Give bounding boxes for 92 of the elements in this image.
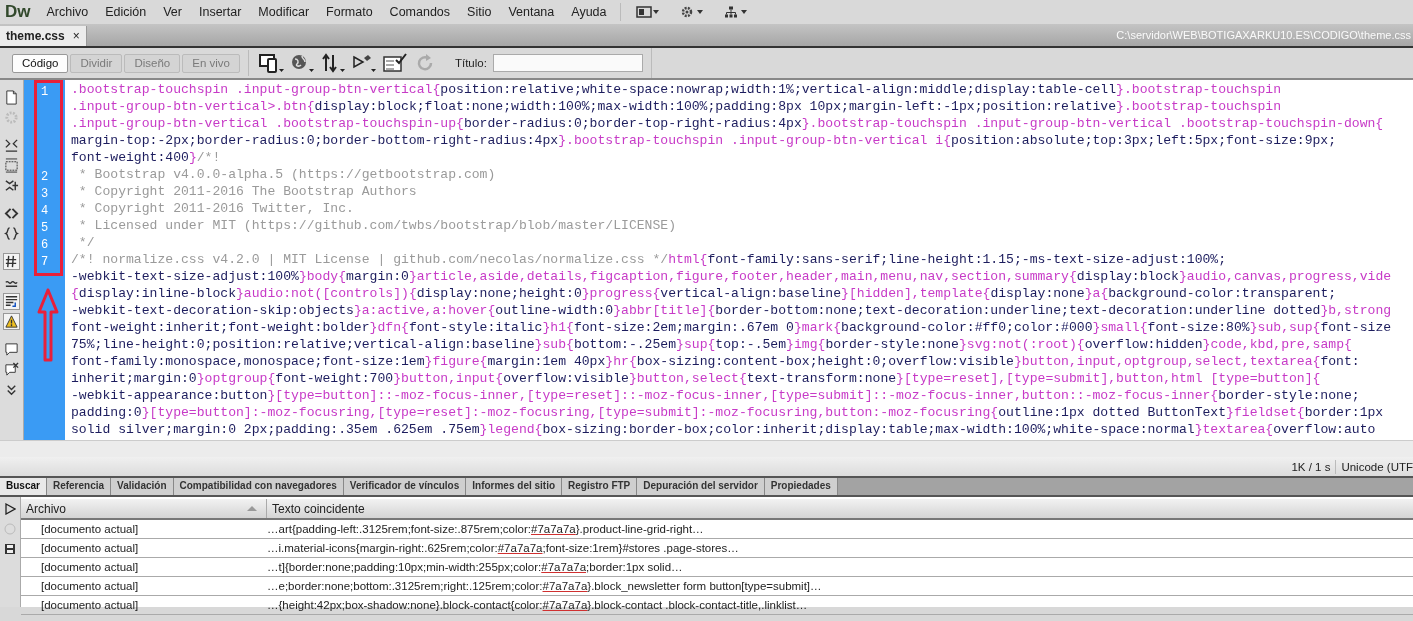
file-size: 1K / 1 s [1291,460,1331,473]
menu-item[interactable]: Sitio [459,5,501,19]
code-line: margin-top:-2px;border-radius:0;border-bottom-right-radius:4px}.bootstrap-touchspin .input-group-btn-vertical i{position:absolute;top:3px;left:5px;font-size:9px; [70,133,1337,148]
document-icon[interactable] [4,90,19,105]
devices-icon[interactable] [258,52,285,74]
layout-icon[interactable] [635,6,660,18]
line-number: 2 [40,169,49,184]
globe-icon[interactable] [289,52,316,74]
hierarchy-icon[interactable] [723,6,748,18]
code-line: -webkit-text-size-adjust:100%}body{margin:0}article,aside,details,figcaption,figure,footer,header,main,menu,nav,section,summary{display:block}audio,canvas,progress,vide [70,269,1392,284]
collapse-icon[interactable] [4,138,19,153]
panel-tab[interactable]: Registro FTP [562,478,638,495]
menu-item[interactable]: Insertar [190,5,251,19]
line-number: 7 [40,254,49,269]
code-line: * Copyright 2011-2016 Twitter, Inc. [77,201,354,216]
panel-tab[interactable]: Buscar [0,478,47,495]
up-down-arrows-icon[interactable] [320,52,347,74]
panel-tab[interactable]: Validación [111,478,174,495]
code-line: solid silver;margin:0 2px;padding:.35em .625em .75em}legend{box-sizing:border-box;color:inherit;display:table;max-width:100%;white-space:normal}textarea{overflow:auto [70,422,1376,437]
sort-icon [246,505,258,512]
code-line: font-family:monospace,monospace;font-size:1em}figure{margin:1em 40px}hr{box-sizing:content-box;height:0;overflow:visible}button,input,optgroup,select,textarea{font: [70,354,1360,369]
code-line: padding:0}[type=button]:-moz-focusring,[type=reset]:-moz-focusring,[type=submit]:-moz-focusring,button:-moz-focusring{outline:1px dotted ButtonText}fieldset{border:1px [70,405,1384,420]
column-header[interactable]: Archivo [21,499,267,518]
encoding: Unicode (UTF [1341,460,1413,473]
play-icon[interactable] [4,503,16,515]
title-field[interactable] [492,54,643,72]
arrows-icon[interactable] [4,206,19,221]
panel-tab[interactable]: Propiedades [764,478,838,495]
app-logo: Dw [5,2,31,22]
panel-tab[interactable]: Compatibilidad con navegadores [173,478,344,495]
wrap-icon[interactable] [4,294,19,309]
hash-icon[interactable] [4,254,19,269]
close-icon[interactable]: × [72,29,80,43]
title-label: Título: [454,57,487,69]
code-line: {display:inline-block}audio:not([controls]){display:none;height:0}progress{vertical-align:baseline}[hidden],template{display:none}a{background-color:transparent; [70,286,1337,301]
menu-item[interactable]: Comandos [381,5,460,19]
code-line: .bootstrap-touchspin .input-group-btn-vertical{position:relative;white-space:nowrap;width:1%;vertical-align:middle;display:table-cell}.bootstrap-touchspin [70,82,1282,97]
gear-icon[interactable] [679,6,704,18]
table-cell: …{height:42px;box-shadow:none}.block-contact{color:#7a7a7a}.block-contact .block-contact-title,.linklist… [267,599,808,611]
menu-item[interactable]: Archivo [38,5,98,19]
table-cell: …art{padding-left:.3125rem;font-size:.875rem;color:#7a7a7a}.product-line-grid-right… [267,523,704,535]
comment-icon[interactable] [4,342,19,357]
horizontal-scrollbar[interactable] [0,440,1413,457]
file-path: C:\servidor\WEB\BOTIGAXARKU10.ES\CODIGO\theme.css [1116,29,1412,41]
line-number: 4 [40,203,49,218]
code-line: font-weight:400}/*! [70,150,221,165]
menu-item[interactable]: Edición [97,5,156,19]
menu-item[interactable]: Formato [318,5,382,19]
view-button[interactable]: Código [12,53,69,73]
checklist-icon[interactable] [382,52,409,74]
warning-icon[interactable] [4,314,19,329]
flag-arrow-icon[interactable] [351,52,378,74]
code-line: 75%;line-height:0;position:relative;vertical-align:baseline}sub{bottom:-.25em}sup{top:-.5em}img{border-style:none}svg:not(:root){overflow:hidden}code,kbd,pre,samp{ [70,337,1352,352]
code-line: -webkit-text-decoration-skip:objects}a:active,a:hover{outline-width:0}abbr[title]{border-bottom:none;text-decoration:underline;text-decoration:underline dotted}b,strong [70,303,1392,318]
tab-label: theme.css [6,29,65,43]
table-cell-text: [documento actual] [40,542,140,554]
table-cell: …i.material-icons{margin-right:.625rem;color:#7a7a7a;font-size:1rem}#stores .page-stores… [267,542,739,554]
expand-icon[interactable] [4,178,19,193]
code-line: .input-group-btn-vertical>.btn{display:block;float:none;width:100%;max-width:100%;padding:8px 10px;margin-left:-1px;position:relative}.bootstrap-touchspin [70,99,1282,114]
table-cell-text: [documento actual] [40,599,140,611]
panel-tab[interactable]: Verificador de vínculos [343,478,467,495]
menu-item[interactable]: Ayuda [563,5,616,19]
remove-comment-icon[interactable] [4,362,19,377]
code-line: /*! normalize.css v4.2.0 | MIT License | github.com/necolas/normalize.css */html{font-family:sans-serif;line-height:1.15;-ms-text-size-adjust:100%; [70,252,1227,267]
panel-tab[interactable]: Referencia [46,478,112,495]
panel-tab[interactable]: Depuración del servidor [637,478,765,495]
code-line: .input-group-btn-vertical .bootstrap-touchspin-up{border-radius:0;border-top-right-radius:4px}.bootstrap-touchspin .input-group-btn-vertical .bootstrap-touchspin-down{ [70,116,1384,131]
document-tab[interactable]: theme.css × [0,26,87,46]
menu-item[interactable]: Ver [155,5,191,19]
code-line: font-weight:inherit;font-weight:bolder}dfn{font-style:italic}h1{font-size:2em;margin:.67em 0}mark{background-color:#ff0;color:#000}small{font-size:80%}sub,sup{font-size [70,320,1392,335]
panel-tab[interactable]: Informes del sitio [466,478,563,495]
line-number: 6 [40,237,49,252]
column-header[interactable]: Texto coincidente [267,499,1413,518]
dashed-box-icon[interactable] [4,158,19,173]
code-line: inherit;margin:0}optgroup{font-weight:700}button,input{overflow:visible}button,select{text-transform:none}[type=reset],[type=submit],button,html [type=button]{ [70,371,1321,386]
code-line: -webkit-appearance:button}[type=button]::-moz-focus-inner,[type=reset]::-moz-focus-inner,[type=submit]::-moz-focus-inner,button::-moz-focus-inner{border-style:none; [70,388,1360,403]
table-cell: …t]{border:none;padding:10px;min-width:255px;color:#7a7a7a;border:1px solid… [267,561,683,573]
menu-item[interactable]: Ventana [500,5,564,19]
menu-item[interactable]: Modificar [250,5,319,19]
line-number: 1 [40,84,49,99]
table-cell-text: [documento actual] [40,523,140,535]
table-cell: …e;border:none;bottom:.3125rem;right:.125rem;color:#7a7a7a}.block_newsletter form button[type=submit]… [267,580,822,592]
table-cell-text: [documento actual] [40,561,140,573]
line-number: 3 [40,186,49,201]
code-line: * Bootstrap v4.0.0-alpha.5 (https://getbootstrap.com) [77,167,496,182]
code-line: * Copyright 2011-2016 The Bootstrap Authors [77,184,417,199]
braces-icon[interactable] [4,226,19,241]
code-line: * Licensed under MIT (https://github.com/twbs/bootstrap/blob/master/LICENSE) [77,218,677,233]
code-line: */ [77,235,95,250]
line-number: 5 [40,220,49,235]
table-cell-text: [documento actual] [40,580,140,592]
save-icon[interactable] [4,543,16,555]
